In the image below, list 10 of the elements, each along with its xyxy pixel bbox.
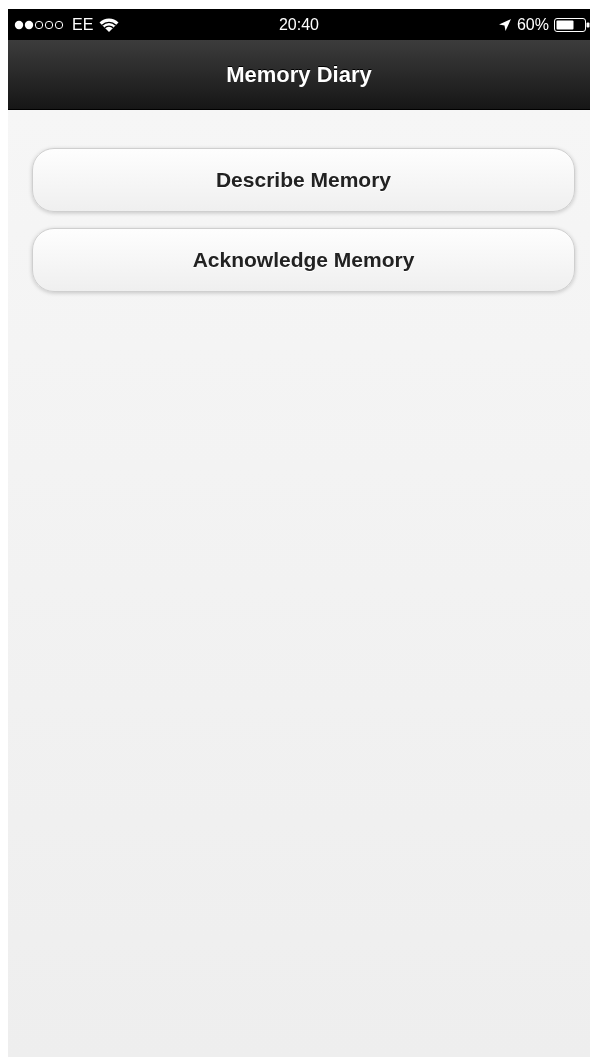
wifi-icon (99, 17, 120, 32)
location-arrow-icon (497, 17, 512, 32)
clock-time: 20:40 (278, 15, 319, 33)
carrier-name: EE (72, 15, 94, 34)
page-title: Memory Diary (226, 61, 372, 88)
battery-icon (554, 17, 590, 32)
menu-button[interactable]: Describe Memory (32, 148, 575, 212)
signal-icon (14, 19, 66, 30)
battery-percentage: 60% (516, 15, 549, 34)
menu-button[interactable]: Acknowledge Memory (32, 228, 575, 292)
